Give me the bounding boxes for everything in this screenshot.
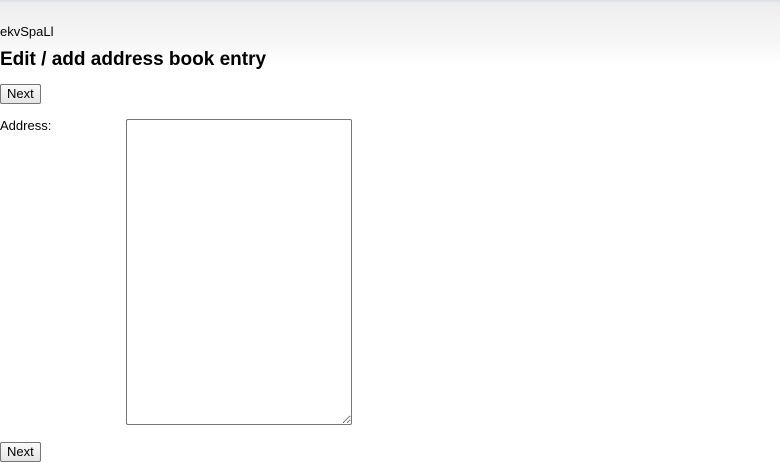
next-button-top[interactable]: Next xyxy=(0,84,41,104)
address-label: Address: xyxy=(0,118,52,133)
address-textarea[interactable] xyxy=(126,119,352,425)
next-button-bottom[interactable]: Next xyxy=(0,442,41,462)
page-title: Edit / add address book entry xyxy=(0,49,267,70)
user-tag: ekvSpaLl xyxy=(0,24,54,39)
page: ekvSpaLl Edit / add address book entry N… xyxy=(0,0,780,463)
